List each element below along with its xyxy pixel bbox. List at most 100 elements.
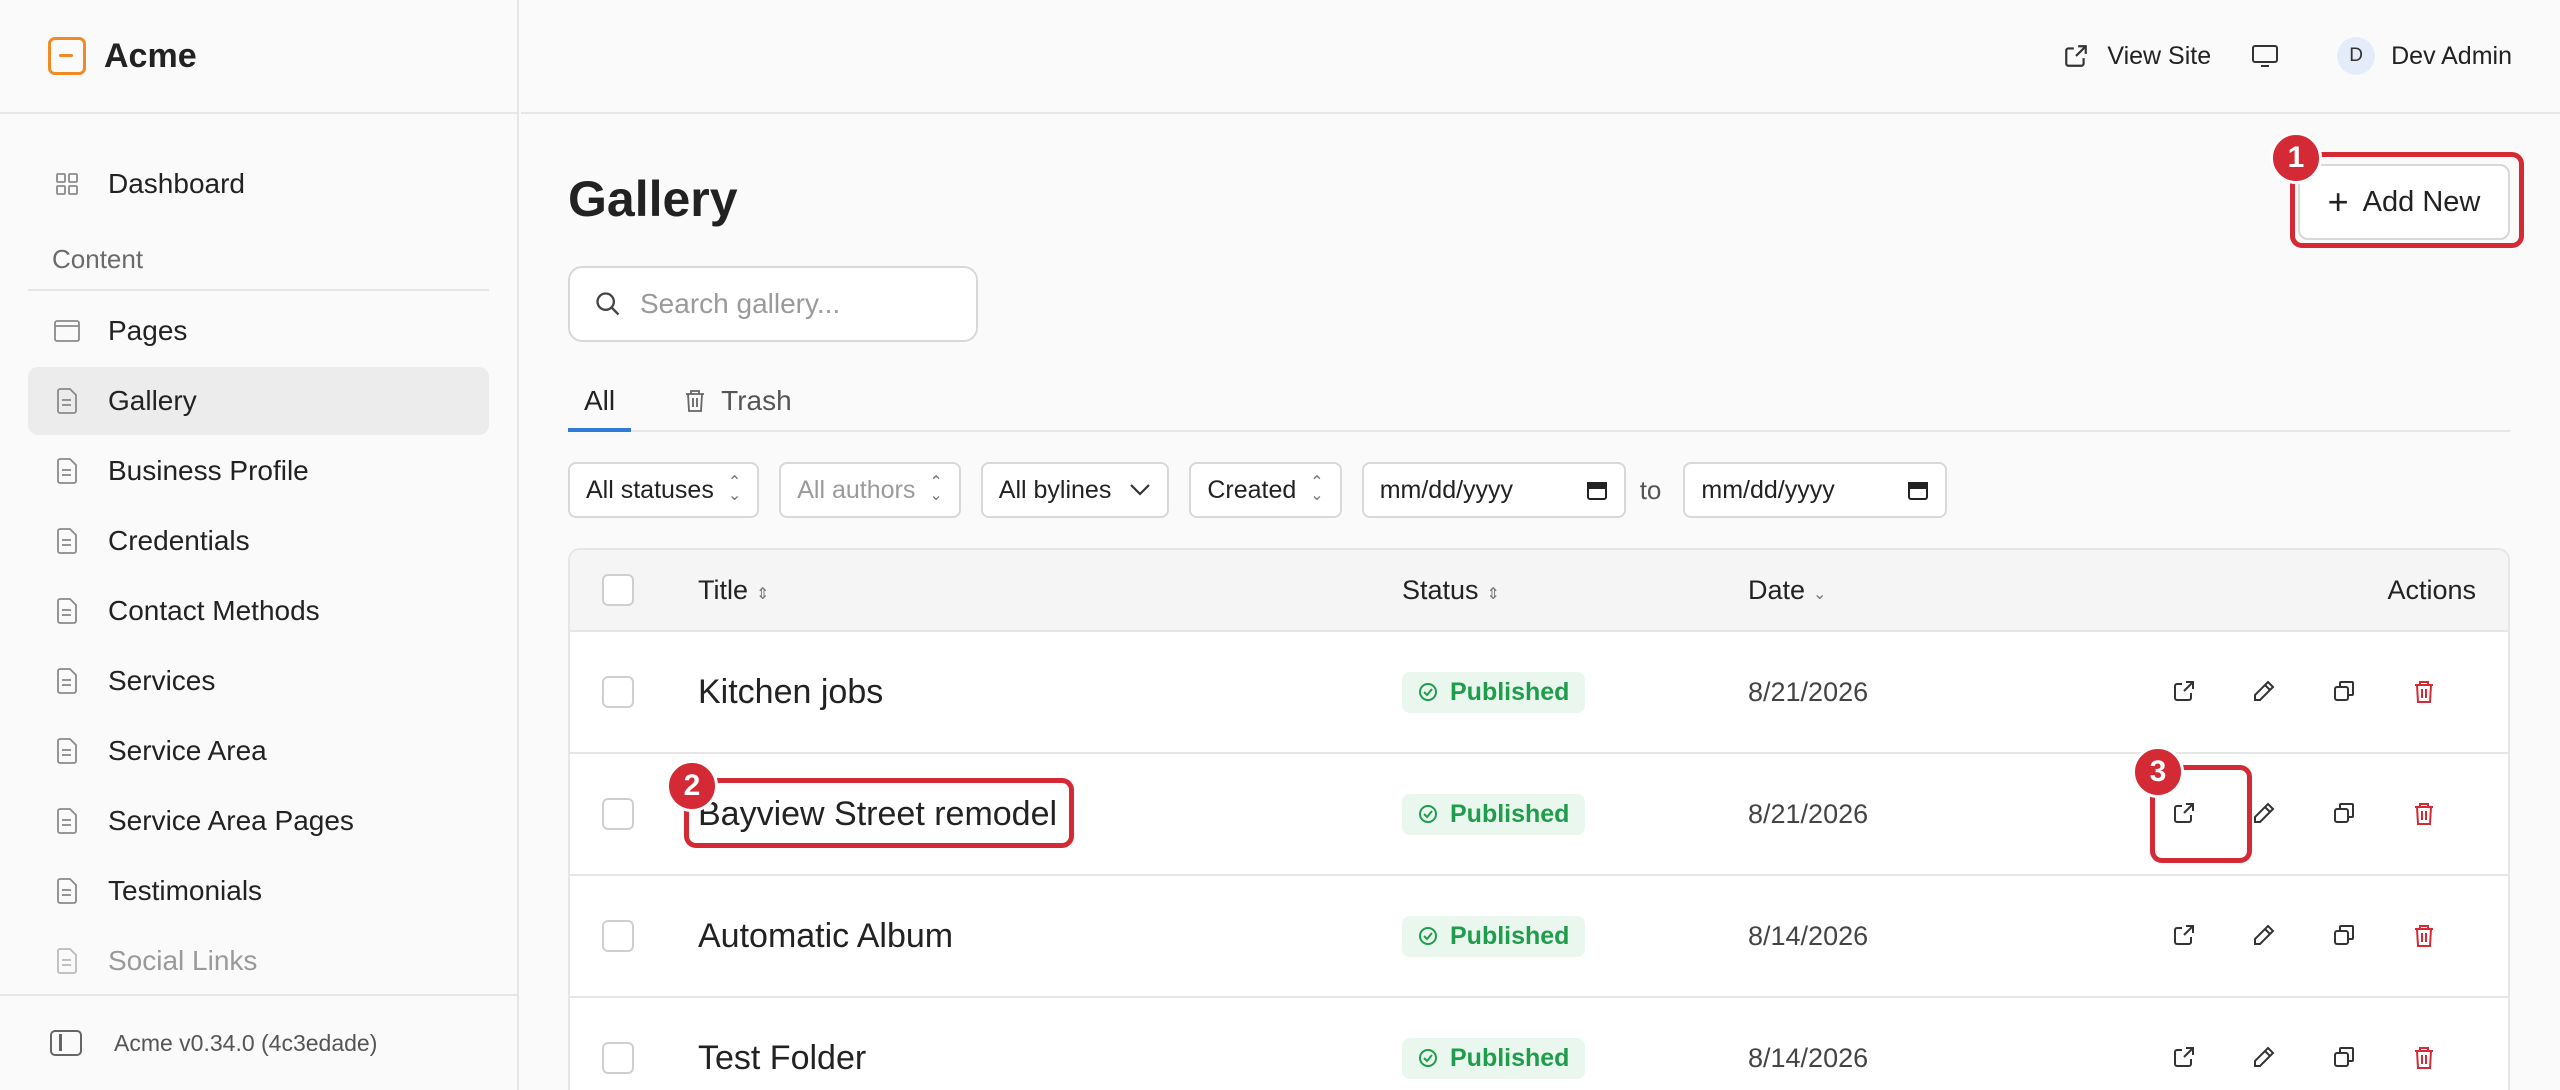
brand[interactable]: Acme — [0, 0, 517, 114]
delete-button[interactable] — [2384, 923, 2464, 949]
row-checkbox[interactable] — [602, 1042, 634, 1074]
search-input[interactable] — [640, 288, 940, 320]
sidebar-item-credentials[interactable]: Credentials — [28, 507, 489, 575]
sidebar-item-gallery[interactable]: Gallery — [28, 367, 489, 435]
document-icon — [54, 668, 80, 694]
brand-name: Acme — [104, 36, 197, 75]
status-label: Published — [1450, 799, 1570, 828]
copy-icon — [2334, 803, 2354, 823]
select-all-checkbox[interactable] — [602, 574, 634, 606]
sidebar-item-label: Service Area Pages — [108, 805, 354, 836]
trash-icon — [2415, 1047, 2433, 1069]
sidebar-item-service-area-pages[interactable]: Service Area Pages — [28, 787, 489, 855]
sidebar-item-business-profile[interactable]: Business Profile — [28, 437, 489, 505]
duplicate-button[interactable] — [2304, 801, 2384, 827]
row-checkbox[interactable] — [602, 676, 634, 708]
user-menu[interactable]: D Dev Admin — [2337, 37, 2512, 75]
duplicate-button[interactable] — [2304, 923, 2384, 949]
grid-icon — [54, 171, 80, 197]
column-title-label: Title — [698, 574, 749, 605]
byline-filter-select[interactable]: All bylines — [980, 462, 1170, 518]
status-badge: Published — [1402, 671, 1586, 713]
date-to-input[interactable]: mm/dd/yyyy — [1683, 462, 1948, 518]
table-row: Kitchen jobs Published 8/21/2026 — [570, 632, 2508, 754]
column-date[interactable]: Date ⌄ — [1748, 575, 1826, 606]
acme-logo-icon — [48, 37, 86, 75]
row-actions — [2144, 679, 2464, 705]
chevron-updown-icon: ⌃ ⌄ — [929, 474, 943, 504]
edit-button[interactable] — [2224, 1045, 2304, 1071]
row-date: 8/21/2026 — [1748, 798, 1869, 829]
check-circle-icon — [1419, 1049, 1437, 1067]
check-circle-icon — [1419, 805, 1437, 823]
edit-button[interactable] — [2224, 923, 2304, 949]
delete-button[interactable] — [2384, 801, 2464, 827]
sidebar-toggle-icon[interactable] — [50, 1030, 82, 1056]
chevron-updown-icon: ⌃ ⌄ — [1310, 474, 1324, 504]
document-icon — [54, 388, 80, 414]
duplicate-button[interactable] — [2304, 679, 2384, 705]
edit-button[interactable] — [2224, 679, 2304, 705]
sidebar-item-pages[interactable]: Pages — [28, 297, 489, 365]
column-actions: Actions — [2387, 574, 2476, 605]
external-link-icon — [2174, 925, 2194, 945]
sidebar-item-social-links[interactable]: Social Links — [28, 927, 489, 995]
monitor-icon — [2252, 45, 2279, 67]
sidebar-item-services[interactable]: Services — [28, 647, 489, 715]
date-to-value: mm/dd/yyyy — [1701, 475, 1835, 504]
chevron-down-icon — [1130, 484, 1151, 496]
row-title[interactable]: Automatic Album — [698, 917, 953, 956]
row-checkbox[interactable] — [602, 920, 634, 952]
view-site-label: View Site — [2107, 41, 2212, 70]
column-title[interactable]: Title ⇕ — [698, 575, 769, 606]
display-toggle-button[interactable] — [2251, 43, 2297, 69]
sidebar-footer: Acme v0.34.0 (4c3edade) — [0, 994, 517, 1090]
sidebar-item-label: Testimonials — [108, 875, 263, 906]
sort-select[interactable]: Created ⌃ ⌄ — [1189, 462, 1342, 518]
sidebar-section-content: Content — [28, 218, 489, 291]
column-status[interactable]: Status ⇕ — [1402, 575, 1500, 606]
sidebar-item-label: Credentials — [108, 525, 250, 556]
date-from-input[interactable]: mm/dd/yyyy — [1361, 462, 1626, 518]
date-range-separator: to — [1639, 474, 1662, 505]
view-button[interactable] — [2144, 1045, 2224, 1071]
row-date: 8/21/2026 — [1748, 676, 1869, 707]
sort-value: Created — [1207, 475, 1297, 504]
trash-icon — [2415, 803, 2433, 825]
row-checkbox[interactable] — [602, 798, 634, 830]
pencil-icon — [2254, 924, 2275, 945]
row-actions — [2144, 923, 2464, 949]
sidebar-item-label: Pages — [108, 315, 188, 346]
sidebar-item-label: Service Area — [108, 735, 267, 766]
sidebar-item-testimonials[interactable]: Testimonials — [28, 857, 489, 925]
tabs: All Trash — [568, 372, 2510, 432]
sidebar-item-service-area[interactable]: Service Area — [28, 717, 489, 785]
view-site-link[interactable]: View Site — [2063, 42, 2211, 71]
annotation-box — [684, 778, 1074, 848]
row-title[interactable]: Kitchen jobs — [698, 673, 883, 712]
annotation-box — [2290, 152, 2524, 248]
sidebar-item-label: Contact Methods — [108, 595, 320, 626]
view-button[interactable] — [2144, 923, 2224, 949]
user-name: Dev Admin — [2391, 41, 2512, 70]
sidebar-item-contact-methods[interactable]: Contact Methods — [28, 577, 489, 645]
sidebar-item-label: Services — [108, 665, 216, 696]
table-row: Test Folder Published 8/14/2026 — [570, 998, 2508, 1090]
external-link-icon — [2174, 1047, 2194, 1067]
tab-trash[interactable]: Trash — [667, 372, 808, 430]
topbar: View Site D Dev Admin — [521, 0, 2560, 114]
sidebar-item-dashboard[interactable]: Dashboard — [28, 150, 489, 218]
delete-button[interactable] — [2384, 1045, 2464, 1071]
row-title[interactable]: Test Folder — [698, 1039, 866, 1078]
status-filter-select[interactable]: All statuses ⌃ ⌄ — [568, 462, 760, 518]
document-icon — [54, 598, 80, 624]
duplicate-button[interactable] — [2304, 1045, 2384, 1071]
tab-all[interactable]: All — [568, 372, 632, 432]
author-filter-select[interactable]: All authors ⌃ ⌄ — [779, 462, 961, 518]
row-actions — [2144, 1045, 2464, 1071]
row-date: 8/14/2026 — [1748, 1042, 1869, 1073]
filters-bar: All statuses ⌃ ⌄ All authors ⌃ ⌄ All bylin… — [568, 462, 1967, 518]
delete-button[interactable] — [2384, 679, 2464, 705]
chevron-updown-icon: ⌃ ⌄ — [727, 474, 742, 504]
view-button[interactable] — [2144, 679, 2224, 705]
